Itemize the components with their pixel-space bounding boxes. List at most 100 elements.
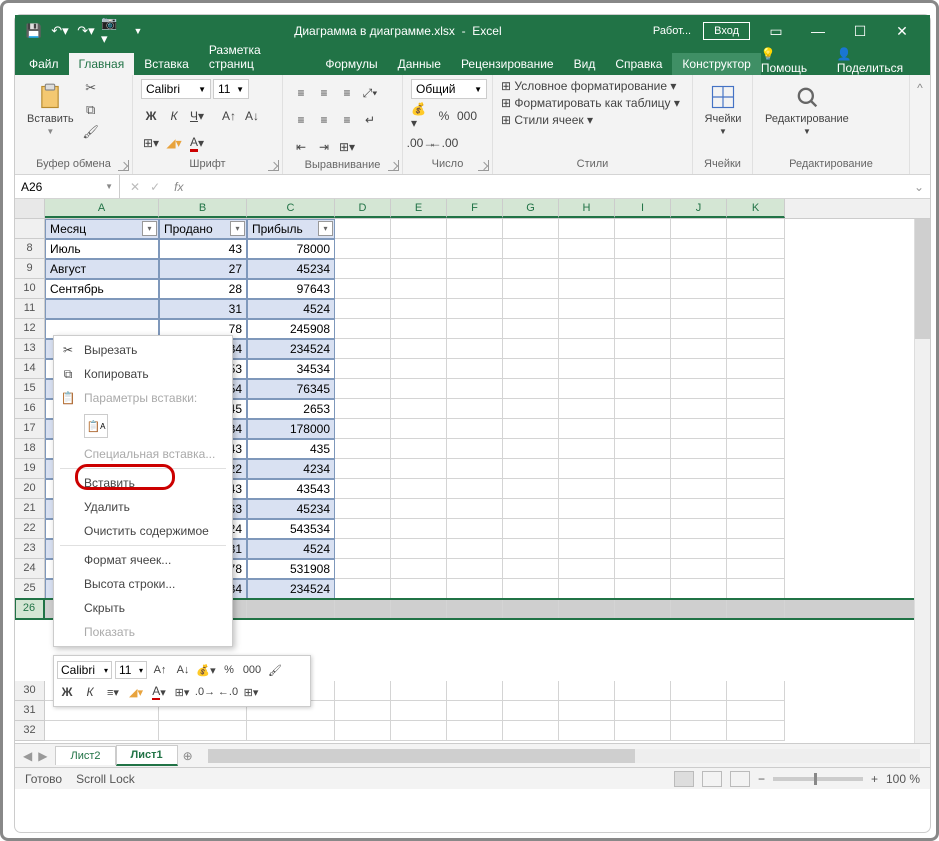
mini-percent-icon[interactable]: % — [219, 660, 239, 680]
tab-home[interactable]: Главная — [69, 53, 135, 75]
ctx-clear[interactable]: Очистить содержимое — [54, 519, 232, 543]
select-all-corner[interactable] — [15, 199, 45, 218]
normal-view-icon[interactable] — [674, 771, 694, 787]
row-header[interactable]: 9 — [15, 259, 45, 279]
row-header[interactable]: 8 — [15, 239, 45, 259]
col-header-I[interactable]: I — [615, 199, 671, 218]
row-header[interactable]: 30 — [15, 681, 45, 701]
filter-icon[interactable]: ▾ — [318, 221, 333, 236]
row-header[interactable]: 10 — [15, 279, 45, 299]
undo-icon[interactable]: ↶▾ — [49, 20, 71, 42]
mini-align-icon[interactable]: ≡▾ — [103, 682, 123, 702]
cell[interactable]: 31 — [159, 299, 247, 319]
paste-default-icon[interactable]: 📋A — [84, 414, 108, 438]
copy-icon[interactable]: ⧉ — [82, 101, 100, 119]
cell[interactable]: 43 — [159, 239, 247, 259]
cell[interactable]: 43543 — [247, 479, 335, 499]
col-header-E[interactable]: E — [391, 199, 447, 218]
row-header[interactable]: 19 — [15, 459, 45, 479]
col-header-F[interactable]: F — [447, 199, 503, 218]
cell[interactable]: 28 — [159, 279, 247, 299]
row-header[interactable]: 26 — [15, 599, 45, 619]
font-launcher[interactable] — [268, 160, 279, 171]
row-header[interactable]: 14 — [15, 359, 45, 379]
shrink-font-icon[interactable]: A↓ — [242, 106, 262, 126]
row-header[interactable]: 18 — [15, 439, 45, 459]
ctx-hide[interactable]: Скрыть — [54, 596, 232, 620]
number-launcher[interactable] — [478, 160, 489, 171]
col-header-J[interactable]: J — [671, 199, 727, 218]
row-header[interactable]: 11 — [15, 299, 45, 319]
row-header[interactable]: 21 — [15, 499, 45, 519]
font-name-select[interactable]: Calibri▼ — [141, 79, 211, 99]
number-format-select[interactable]: Общий▼ — [411, 79, 487, 99]
cell[interactable]: 531908 — [247, 559, 335, 579]
row-header[interactable]: 12 — [15, 319, 45, 339]
cancel-icon[interactable]: ✕ — [130, 180, 140, 194]
ctx-cut[interactable]: ✂Вырезать — [54, 338, 232, 362]
tab-file[interactable]: Файл — [19, 53, 69, 75]
ctx-delete[interactable]: Удалить — [54, 495, 232, 519]
row-header-blank[interactable] — [15, 219, 45, 239]
currency-icon[interactable]: 💰▾ — [411, 106, 431, 126]
sheet-tab-2[interactable]: Лист2 — [55, 746, 115, 765]
mini-borders-icon[interactable]: ⊞▾ — [172, 682, 192, 702]
mini-fill-color-icon[interactable]: ◢▾ — [126, 682, 146, 702]
font-size-select[interactable]: 11▼ — [213, 79, 249, 99]
decrease-decimal-icon[interactable]: ←.00 — [434, 133, 454, 153]
conditional-formatting-button[interactable]: ⊞ Условное форматирование ▾ — [501, 79, 676, 93]
name-box[interactable]: A26▼ — [15, 175, 120, 198]
ribbon-display-icon[interactable]: ▭ — [756, 15, 796, 47]
align-center-icon[interactable]: ≡ — [314, 110, 334, 130]
fx-icon[interactable]: fx — [174, 180, 183, 194]
align-left-icon[interactable]: ≡ — [291, 110, 311, 130]
minimize-icon[interactable]: — — [798, 15, 838, 47]
borders-button[interactable]: ⊞▾ — [141, 133, 161, 153]
cell[interactable]: 45234 — [247, 259, 335, 279]
cell[interactable]: Июль — [45, 239, 159, 259]
mini-font-select[interactable]: Calibri▾ — [57, 661, 112, 679]
col-header-D[interactable]: D — [335, 199, 391, 218]
row-header[interactable]: 25 — [15, 579, 45, 599]
cell[interactable]: 97643 — [247, 279, 335, 299]
cell[interactable]: 543534 — [247, 519, 335, 539]
save-icon[interactable]: 💾 — [23, 20, 45, 42]
cell[interactable]: 245908 — [247, 319, 335, 339]
italic-button[interactable]: К — [164, 106, 184, 126]
cell[interactable]: 27 — [159, 259, 247, 279]
mini-shrink-font-icon[interactable]: A↓ — [173, 660, 193, 680]
alignment-launcher[interactable] — [388, 160, 399, 171]
tab-review[interactable]: Рецензирование — [451, 53, 564, 75]
mini-font-color-icon[interactable]: A▾ — [149, 682, 169, 702]
mini-currency-icon[interactable]: 💰▾ — [196, 660, 216, 680]
align-top-icon[interactable]: ≡ — [291, 83, 311, 103]
sheet-nav-next-icon[interactable]: ▶ — [38, 749, 47, 763]
table-header[interactable]: Месяц▾ — [45, 219, 159, 239]
tab-help[interactable]: Справка — [605, 53, 672, 75]
formula-input[interactable] — [193, 175, 913, 198]
clipboard-launcher[interactable] — [118, 160, 129, 171]
page-break-view-icon[interactable] — [730, 771, 750, 787]
wrap-text-icon[interactable]: ↵ — [360, 110, 380, 130]
ctx-insert[interactable]: ВВставитьставить — [54, 471, 232, 495]
filter-icon[interactable]: ▾ — [142, 221, 157, 236]
cell[interactable]: 4524 — [247, 299, 335, 319]
filter-icon[interactable]: ▾ — [230, 221, 245, 236]
align-right-icon[interactable]: ≡ — [337, 110, 357, 130]
tab-insert[interactable]: Вставка — [134, 53, 199, 75]
mini-italic-button[interactable]: К — [80, 682, 100, 702]
row-header[interactable]: 17 — [15, 419, 45, 439]
col-header-H[interactable]: H — [559, 199, 615, 218]
align-bottom-icon[interactable]: ≡ — [337, 83, 357, 103]
tab-view[interactable]: Вид — [564, 53, 606, 75]
zoom-level[interactable]: 100 % — [886, 772, 920, 786]
format-as-table-button[interactable]: ⊞ Форматировать как таблицу ▾ — [501, 96, 680, 110]
cell[interactable]: 234524 — [247, 339, 335, 359]
cell[interactable] — [45, 299, 159, 319]
percent-icon[interactable]: % — [434, 106, 454, 126]
zoom-in-icon[interactable]: + — [871, 772, 878, 786]
redo-icon[interactable]: ↷▾ — [75, 20, 97, 42]
tab-chart-design[interactable]: Конструктор — [672, 53, 760, 75]
fill-color-button[interactable]: ◢▾ — [164, 133, 184, 153]
row-header[interactable]: 32 — [15, 721, 45, 741]
